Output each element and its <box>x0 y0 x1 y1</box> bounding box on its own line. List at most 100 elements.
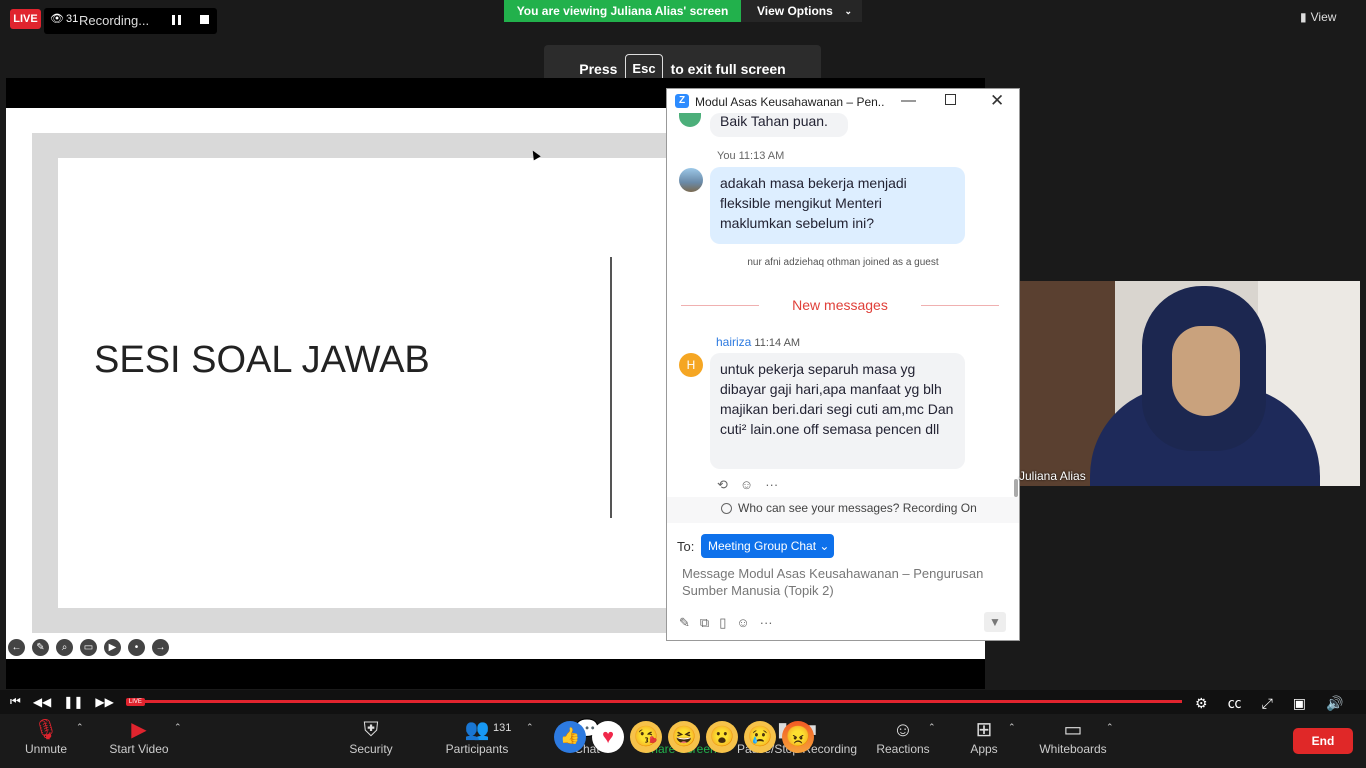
esc-suffix: to exit full screen <box>670 60 786 77</box>
apps-label: Apps <box>970 742 998 756</box>
participants-label: Participants <box>445 742 509 756</box>
more-icon[interactable]: ··· <box>765 477 778 493</box>
chevron-up-icon[interactable]: ⌃ <box>928 722 936 733</box>
view-button[interactable]: ▮ View <box>1300 10 1336 24</box>
pip-icon[interactable]: ▣ <box>1293 695 1306 712</box>
participant-count: 131 <box>493 722 512 734</box>
person-icon <box>721 503 732 514</box>
view-options-button[interactable]: View Options ⌄ <box>741 0 862 22</box>
chat-message-bubble: adakah masa bekerja menjadi fleksible me… <box>710 167 965 244</box>
zoom-logo-icon: Z <box>675 94 689 108</box>
slide-canvas <box>58 158 678 608</box>
participant-video[interactable] <box>1020 281 1360 486</box>
recipient-label: Meeting Group Chat <box>708 539 817 553</box>
recipient-dropdown[interactable]: Meeting Group Chat ⌄ <box>701 534 834 558</box>
video-off-icon: ▶ <box>131 719 147 741</box>
whiteboards-button[interactable]: ▭ Whiteboards ⌃ <box>1036 718 1113 756</box>
message-meta: You 11:13 AM <box>717 150 784 162</box>
reaction-strip: 👍 ♥ 😘 😆 😮 😢 😠 <box>554 721 814 753</box>
chat-message-bubble: Baik Tahan puan. <box>710 113 848 137</box>
new-messages-divider: New messages <box>681 297 999 313</box>
participant-name: Juliana Alias <box>1019 469 1086 483</box>
view-label: View <box>1310 10 1337 24</box>
muted-mic-icon: 🎙 <box>33 719 59 741</box>
reactions-button[interactable]: ☺ Reactions ⌃ <box>874 718 935 756</box>
angry-icon[interactable]: 😠 <box>782 721 814 753</box>
playback-progress[interactable] <box>136 700 1182 703</box>
forward-icon[interactable]: → <box>152 639 169 656</box>
chevron-up-icon[interactable]: ⌃ <box>1106 722 1114 733</box>
chat-message-bubble: untuk pekerja separuh masa yg dibayar ga… <box>710 353 965 469</box>
scrollbar[interactable] <box>1014 479 1018 497</box>
captions-icon[interactable]: ㏄ <box>1228 693 1242 713</box>
format-icon[interactable]: ✎ <box>679 615 690 631</box>
message-meta: hairiza 11:14 AM <box>716 335 800 349</box>
security-button[interactable]: ⛨ Security <box>348 718 394 756</box>
live-tag: LIVE <box>125 697 145 706</box>
kiss-icon[interactable]: 😘 <box>630 721 662 753</box>
pen-icon[interactable]: ✎ <box>32 639 49 656</box>
stop-recording-icon[interactable] <box>200 15 209 24</box>
end-button[interactable]: End <box>1293 728 1353 754</box>
visibility-text[interactable]: Who can see your messages? Recording On <box>738 501 977 515</box>
laugh-icon[interactable]: 😆 <box>668 721 700 753</box>
join-notice: nur afni adziehaq othman joined as a gue… <box>747 257 939 268</box>
avatar <box>679 113 701 127</box>
divider-line <box>921 305 999 306</box>
camera-icon[interactable]: ▶ <box>104 639 121 656</box>
apps-icon: ⊞ <box>975 719 993 741</box>
emoji-icon[interactable]: ☺ <box>740 477 753 493</box>
file-icon[interactable]: ▯ <box>719 615 726 631</box>
avatar <box>679 168 703 192</box>
captions-icon[interactable]: ▭ <box>80 639 97 656</box>
chevron-up-icon[interactable]: ⌃ <box>76 722 84 733</box>
playback-settings: ⚙ ㏄ ⤢ ▣ 🔊 <box>1195 693 1343 713</box>
avatar: H <box>679 353 703 377</box>
heart-icon[interactable]: ♥ <box>592 721 624 753</box>
rewind-icon[interactable]: ◀◀ <box>33 695 51 709</box>
zoom-icon[interactable]: ⌕ <box>56 639 73 656</box>
slide-toolbar: ← ✎ ⌕ ▭ ▶ • → <box>8 639 169 656</box>
to-label: To: <box>677 539 695 554</box>
fullscreen-icon[interactable]: ⤢ <box>1262 695 1273 712</box>
sender-name: You <box>717 150 736 162</box>
back-icon[interactable]: ← <box>8 639 25 656</box>
more-icon[interactable]: ··· <box>760 615 773 631</box>
chevron-up-icon[interactable]: ⌃ <box>1008 722 1016 733</box>
more-icon[interactable]: • <box>128 639 145 656</box>
screenshot-icon[interactable]: ⧉ <box>700 615 709 631</box>
reply-icon[interactable]: ⟲ <box>717 477 728 493</box>
view-options-label: View Options <box>757 4 833 18</box>
gear-icon[interactable]: ⚙ <box>1195 695 1208 712</box>
pause-recording-icon[interactable] <box>172 15 182 25</box>
message-input[interactable]: Message Modul Asas Keusahawanan – Pengur… <box>682 565 1002 599</box>
apps-button[interactable]: ⊞ Apps ⌃ <box>968 718 1015 756</box>
wow-icon[interactable]: 😮 <box>706 721 738 753</box>
chat-title: Modul Asas Keusahawanan – Pen... <box>695 95 885 109</box>
pause-icon[interactable]: ❚❚ <box>63 695 83 709</box>
maximize-icon[interactable] <box>945 94 956 105</box>
chevron-down-icon: ⌄ <box>844 6 852 16</box>
chevron-up-icon[interactable]: ⌃ <box>526 722 534 733</box>
chevron-down-icon: ⌄ <box>819 539 830 553</box>
chat-window: Z Modul Asas Keusahawanan – Pen... — ✕ B… <box>666 88 1020 641</box>
chevron-up-icon[interactable]: ⌃ <box>174 722 182 733</box>
shield-icon: ⛨ <box>363 719 379 741</box>
minimize-icon[interactable]: — <box>901 92 916 109</box>
volume-icon[interactable]: 🔊 <box>1326 695 1343 712</box>
video-person-face <box>1172 326 1240 416</box>
message-time: 11:14 AM <box>754 337 801 349</box>
start-video-button[interactable]: ▶ Start Video ⌃ <box>108 718 181 756</box>
skip-back-icon[interactable]: ⏮ <box>10 694 21 709</box>
thumbs-up-icon[interactable]: 👍 <box>554 721 586 753</box>
close-icon[interactable]: ✕ <box>990 91 1004 111</box>
fast-forward-icon[interactable]: ▶▶ <box>95 695 113 709</box>
sender-name[interactable]: hairiza <box>716 335 751 349</box>
emoji-icon[interactable]: ☺ <box>736 615 749 631</box>
whiteboards-label: Whiteboards <box>1039 742 1107 756</box>
unmute-button[interactable]: 🎙 Unmute ⌃ <box>20 718 84 756</box>
sad-icon[interactable]: 😢 <box>744 721 776 753</box>
message-actions: ⟲ ☺ ··· <box>717 477 778 493</box>
send-icon[interactable]: ▼ <box>984 612 1006 632</box>
live-badge[interactable]: LIVE <box>10 9 41 29</box>
